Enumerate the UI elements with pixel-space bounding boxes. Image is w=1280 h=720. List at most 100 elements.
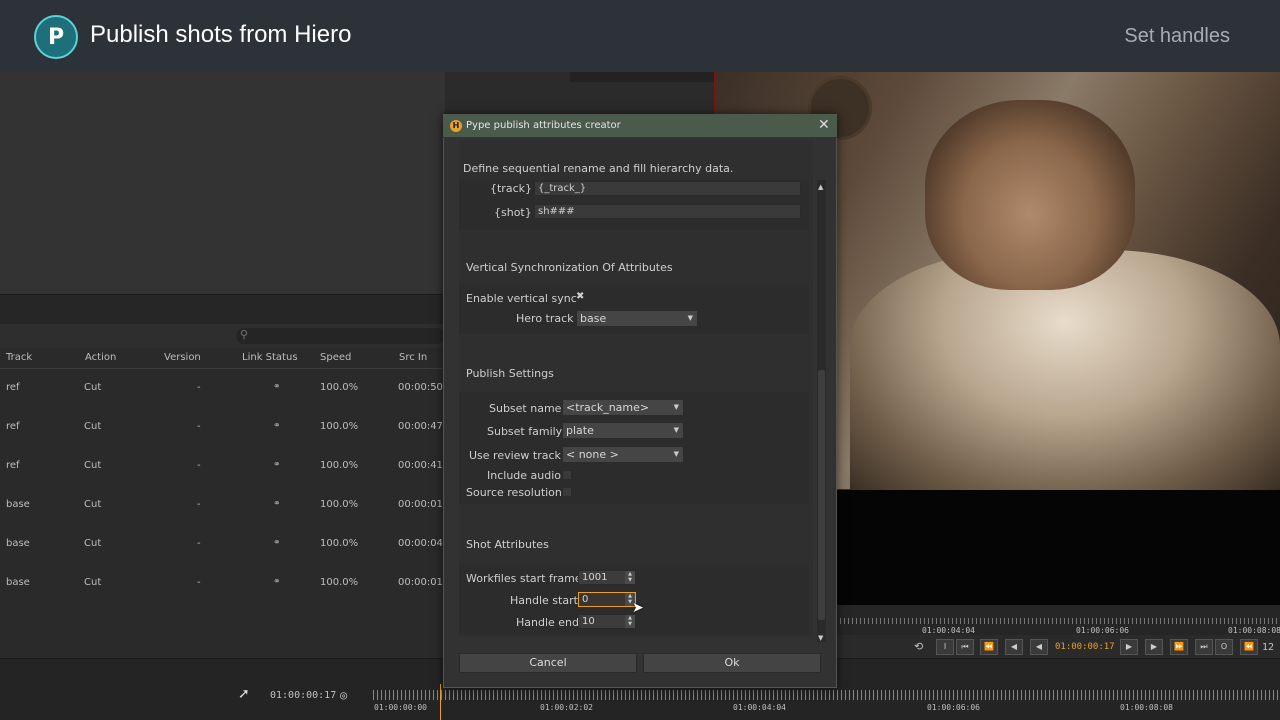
viewer-ruler-tc: 01:00:04:04 bbox=[922, 626, 975, 635]
handle-end-spinbox[interactable]: 10 ▲ ▼ bbox=[578, 614, 636, 629]
link-icon: ⚭ bbox=[273, 382, 281, 392]
col-header-version[interactable]: Version bbox=[164, 352, 201, 363]
publish-section-title: Publish Settings bbox=[466, 367, 554, 380]
cell-src-in: 00:00:01: bbox=[398, 499, 447, 510]
cell-action: Cut bbox=[84, 382, 102, 393]
table-row[interactable]: base Cut - ⚭ 100.0% 00:00:01: bbox=[0, 486, 447, 525]
search-input[interactable] bbox=[236, 328, 445, 344]
app-root: P Publish shots from Hiero Set handles ⚲… bbox=[0, 0, 1280, 720]
left-empty-panel bbox=[0, 72, 445, 294]
play-button[interactable]: ▶ bbox=[1120, 639, 1138, 655]
hero-track-select[interactable]: base ▼ bbox=[576, 310, 698, 327]
track-label: {track} bbox=[490, 182, 532, 195]
rewind-button[interactable]: ⏪ bbox=[1240, 639, 1258, 655]
search-icon: ⚲ bbox=[240, 328, 249, 341]
hero-track-label: Hero track bbox=[516, 312, 574, 325]
link-icon: ⚭ bbox=[273, 421, 281, 431]
chevron-down-icon: ▼ bbox=[687, 314, 693, 322]
col-header-src-in[interactable]: Src In bbox=[399, 352, 427, 363]
chevron-down-icon: ▼ bbox=[673, 450, 679, 458]
loop-icon[interactable]: ⟲ bbox=[914, 640, 923, 653]
spin-arrows-icon[interactable]: ▲ ▼ bbox=[625, 571, 635, 584]
go-end-button[interactable]: ⏭ bbox=[1195, 639, 1213, 655]
cell-version: - bbox=[197, 499, 201, 510]
close-icon[interactable]: ✕ bbox=[818, 117, 830, 133]
app-icon: H bbox=[450, 120, 462, 132]
hero-track-value: base bbox=[580, 312, 607, 325]
dialog-intro-text: Define sequential rename and fill hierar… bbox=[463, 162, 734, 175]
logo-letter: P bbox=[47, 24, 65, 50]
shot-input[interactable]: sh### bbox=[534, 204, 801, 219]
cell-src-in: 00:00:41: bbox=[398, 460, 447, 471]
col-header-action[interactable]: Action bbox=[85, 352, 116, 363]
dialog-title: Pype publish attributes creator bbox=[466, 120, 621, 131]
table-row[interactable]: ref Cut - ⚭ 100.0% 00:00:47: bbox=[0, 408, 447, 447]
table-row[interactable]: base Cut - ⚭ 100.0% 00:00:01: bbox=[0, 564, 447, 603]
cell-track: base bbox=[6, 577, 30, 588]
table-row[interactable]: base Cut - ⚭ 100.0% 00:00:04: bbox=[0, 525, 446, 564]
subset-family-label: Subset family bbox=[487, 425, 563, 438]
timeline-ruler-tc: 01:00:00:00 bbox=[374, 703, 427, 712]
step-back-button[interactable]: ◀ bbox=[1005, 639, 1023, 655]
cell-track: base bbox=[6, 499, 30, 510]
col-header-track[interactable]: Track bbox=[6, 352, 32, 363]
cell-speed: 100.0% bbox=[320, 577, 359, 588]
track-input[interactable]: {_track_} bbox=[534, 181, 801, 196]
shot-section-title: Shot Attributes bbox=[466, 538, 549, 551]
include-audio-label: Include audio bbox=[487, 469, 562, 482]
scroll-down-icon[interactable]: ▼ bbox=[818, 634, 823, 642]
cell-speed: 100.0% bbox=[320, 421, 359, 432]
source-resolution-checkbox[interactable] bbox=[562, 487, 572, 497]
play-reverse-button[interactable]: ◀ bbox=[1030, 639, 1048, 655]
timeline-ruler-tc: 01:00:06:06 bbox=[927, 703, 980, 712]
go-start-button[interactable]: ⏮ bbox=[956, 639, 974, 655]
vsync-checkbox[interactable]: ✖ bbox=[576, 291, 584, 302]
include-audio-checkbox[interactable] bbox=[562, 470, 572, 480]
figure-head-image bbox=[925, 100, 1135, 290]
cancel-button[interactable]: Cancel bbox=[459, 653, 637, 673]
scrollbar-thumb[interactable] bbox=[818, 370, 825, 620]
prev-edit-button[interactable]: ⏪ bbox=[980, 639, 998, 655]
timeline-current-timecode[interactable]: 01:00:00:17 bbox=[270, 690, 336, 701]
viewer-ruler-tc: 01:00:06:06 bbox=[1076, 626, 1129, 635]
step-forward-button[interactable]: ▶ bbox=[1145, 639, 1163, 655]
scroll-up-icon[interactable]: ▲ bbox=[818, 183, 823, 191]
viewer-ruler-ticks bbox=[836, 618, 1280, 624]
cell-version: - bbox=[197, 421, 201, 432]
col-header-link-status[interactable]: Link Status bbox=[242, 352, 298, 363]
vsync-section-title: Vertical Synchronization Of Attributes bbox=[466, 261, 673, 274]
subset-family-select[interactable]: plate ▼ bbox=[562, 422, 684, 439]
cell-version: - bbox=[197, 577, 201, 588]
frame-step-field[interactable]: 12 bbox=[1262, 642, 1274, 653]
link-icon: ⚭ bbox=[273, 538, 281, 548]
select-tool-icon[interactable]: ➚ bbox=[238, 686, 250, 702]
shot-label: {shot} bbox=[494, 206, 532, 219]
cell-action: Cut bbox=[84, 460, 102, 471]
handle-start-value: 0 bbox=[582, 594, 589, 605]
cell-speed: 100.0% bbox=[320, 460, 359, 471]
review-track-value: < none > bbox=[566, 448, 619, 461]
handle-start-spinbox[interactable]: 0 ▲ ▼ bbox=[578, 592, 636, 607]
in-point-button[interactable]: I bbox=[936, 639, 954, 655]
ok-button[interactable]: Ok bbox=[643, 653, 821, 673]
spin-arrows-icon[interactable]: ▲ ▼ bbox=[625, 615, 635, 628]
table-row[interactable]: ref Cut - ⚭ 100.0% 00:00:50: bbox=[0, 369, 446, 408]
subset-name-select[interactable]: <track_name> ▼ bbox=[562, 399, 684, 416]
timeline-ruler-tc: 01:00:02:02 bbox=[540, 703, 593, 712]
zoom-icon[interactable]: ◎ bbox=[340, 688, 347, 702]
next-edit-button[interactable]: ⏩ bbox=[1170, 639, 1188, 655]
cell-src-in: 00:00:01: bbox=[398, 577, 447, 588]
cell-src-in: 00:00:47: bbox=[398, 421, 447, 432]
left-panel-divider bbox=[0, 294, 445, 324]
col-header-speed[interactable]: Speed bbox=[320, 352, 351, 363]
timeline-playhead[interactable] bbox=[440, 684, 441, 720]
workfiles-start-spinbox[interactable]: 1001 ▲ ▼ bbox=[578, 570, 636, 585]
review-track-select[interactable]: < none > ▼ bbox=[562, 446, 684, 463]
viewer-current-timecode[interactable]: 01:00:00:17 bbox=[1055, 642, 1115, 652]
timeline-ruler[interactable] bbox=[373, 690, 1280, 700]
cell-version: - bbox=[197, 538, 201, 549]
chevron-down-icon: ▼ bbox=[673, 403, 679, 411]
table-row[interactable]: ref Cut - ⚭ 100.0% 00:00:41: bbox=[0, 447, 447, 486]
cell-action: Cut bbox=[84, 538, 102, 549]
out-point-button[interactable]: O bbox=[1215, 639, 1233, 655]
